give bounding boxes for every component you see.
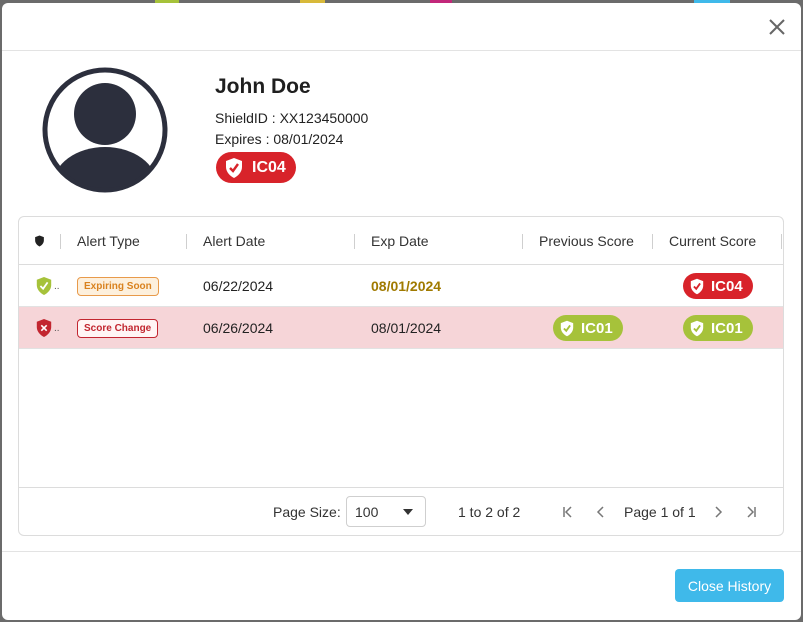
expires-date: Expires : 08/01/2024 [215, 131, 344, 147]
shield-check-icon [36, 277, 52, 295]
header-current-score[interactable]: Current Score [669, 217, 756, 265]
last-page-icon [747, 506, 756, 518]
shield-x-icon [36, 319, 52, 337]
alert-date-cell: 06/26/2024 [203, 320, 274, 336]
column-separator[interactable] [60, 234, 61, 249]
current-score-cell: IC04 [683, 265, 753, 307]
header-alert-type[interactable]: Alert Type [77, 217, 140, 265]
score-pill-label: IC04 [711, 277, 743, 295]
grid-pager: Page Size: 100 1 to 2 of 2 Page 1 of 1 [19, 487, 783, 535]
column-separator[interactable] [186, 234, 187, 249]
score-pill-label: IC01 [711, 319, 743, 337]
header-previous-score[interactable]: Previous Score [539, 217, 634, 265]
last-page-button[interactable] [744, 488, 758, 535]
close-history-button[interactable]: Close History [675, 569, 784, 602]
previous-page-button[interactable] [594, 488, 608, 535]
header-shield-icon[interactable] [34, 217, 45, 265]
grid-header: Alert Type Alert Date Exp Date Previous … [19, 217, 783, 265]
score-pill-label: IC01 [581, 319, 613, 337]
alert-history-grid: Alert Type Alert Date Exp Date Previous … [18, 216, 784, 536]
shield-id: ShieldID : XX123450000 [215, 110, 369, 126]
shield-check-icon [226, 157, 242, 178]
alert-date-cell: 06/22/2024 [203, 278, 274, 294]
score-badge: IC04 [216, 152, 296, 183]
alert-type-tag: Score Change [77, 318, 159, 338]
column-separator[interactable] [781, 234, 782, 249]
truncation-ellipsis: .. [54, 280, 60, 292]
shield-check-icon [690, 278, 704, 294]
header-alert-date[interactable]: Alert Date [203, 217, 265, 265]
shield-check-icon [560, 320, 574, 336]
profile-section: John Doe ShieldID : XX123450000 Expires … [2, 51, 801, 216]
current-score-cell: IC01 [683, 307, 753, 349]
first-page-button[interactable] [561, 488, 575, 535]
shield-icon [35, 235, 44, 247]
first-page-icon [563, 506, 572, 518]
avatar-icon [42, 67, 168, 193]
exp-date-cell: 08/01/2024 [371, 278, 442, 294]
column-separator[interactable] [522, 234, 523, 249]
column-separator[interactable] [652, 234, 653, 249]
alert-type-cell: Score Change [77, 307, 159, 349]
chevron-down-icon [403, 509, 413, 515]
alert-type-cell: Expiring Soon [77, 265, 159, 307]
page-range: 1 to 2 of 2 [458, 504, 521, 520]
table-row[interactable]: .. Expiring Soon 06/22/2024 08/01/2024 I… [19, 265, 783, 307]
close-icon[interactable] [767, 17, 787, 37]
page-size-select[interactable]: 100 [346, 496, 426, 527]
score-pill: IC01 [683, 315, 753, 341]
profile-name: John Doe [215, 75, 311, 98]
truncation-ellipsis: .. [54, 322, 60, 334]
shield-check-icon [690, 320, 704, 336]
chevron-left-icon [596, 506, 604, 518]
row-status-cell: .. [35, 265, 60, 307]
alert-history-modal: John Doe ShieldID : XX123450000 Expires … [2, 3, 801, 620]
score-pill: IC01 [553, 315, 623, 341]
score-badge-label: IC04 [252, 158, 286, 176]
modal-header [2, 3, 801, 51]
page-size-label: Page Size: [273, 504, 341, 520]
page-info: Page 1 of 1 [624, 504, 696, 520]
alert-type-tag: Expiring Soon [77, 276, 159, 296]
chevron-right-icon [715, 506, 723, 518]
modal-footer: Close History [2, 551, 801, 620]
next-page-button[interactable] [711, 488, 725, 535]
exp-date-cell: 08/01/2024 [371, 320, 442, 336]
header-exp-date[interactable]: Exp Date [371, 217, 429, 265]
table-row[interactable]: .. Score Change 06/26/2024 08/01/2024 IC… [19, 307, 783, 349]
score-pill: IC04 [683, 273, 753, 299]
page-size-value: 100 [355, 503, 379, 520]
previous-score-cell: IC01 [553, 307, 623, 349]
row-status-cell: .. [35, 307, 60, 349]
column-separator[interactable] [354, 234, 355, 249]
